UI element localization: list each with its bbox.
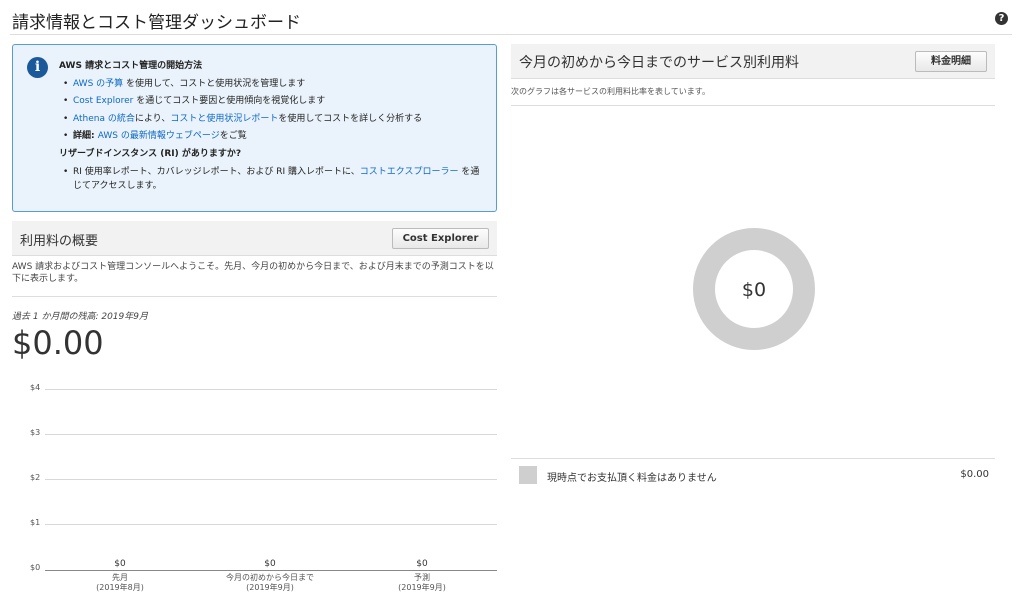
x-tick-line: 予測 <box>414 573 430 582</box>
gridline <box>45 389 497 390</box>
x-tick-line: 今月の初めから今日まで <box>226 573 314 582</box>
service-panel-header: 今月の初めから今日までのサービス別利用料 料金明細 <box>511 44 995 79</box>
info-list: AWS の予算 を使用して、コストと使用状況を管理します Cost Explor… <box>59 76 484 146</box>
x-tick-line: 先月 <box>112 573 128 582</box>
list-item-text: を使用して、コストと使用状況を管理します <box>123 78 306 89</box>
x-tick-line: (2019年8月) <box>96 583 144 592</box>
legend-text: 現時点でお支払頂く料金はありません <box>547 473 717 484</box>
list-item: RI 使用率レポート、カバレッジレポート、および RI 購入レポートに、コストエ… <box>63 163 484 193</box>
gridline <box>45 524 497 525</box>
details-prefix: 詳細: <box>73 131 98 141</box>
help-icon[interactable]: ? <box>995 12 1008 25</box>
x-tick-label: 予測 (2019年9月) <box>352 573 492 593</box>
athena-link[interactable]: Athena の統合 <box>73 114 135 124</box>
x-tick-label: 先月 (2019年8月) <box>50 573 190 593</box>
ri-heading: リザーブドインスタンス (RI) がありますか? <box>59 148 242 159</box>
list-item-text: を使用してコストを詳しく分析する <box>278 113 423 124</box>
legend-divider <box>511 458 995 459</box>
gridline <box>45 479 497 480</box>
balance-amount: $0.00 <box>12 324 104 362</box>
bill-details-button[interactable]: 料金明細 <box>915 51 987 72</box>
info-icon: i <box>27 57 48 78</box>
y-tick: $0 <box>30 563 41 572</box>
bar-value-label: $0 <box>416 559 428 569</box>
list-item-text: RI 使用率レポート、カバレッジレポート、および RI 購入レポートに、 <box>73 167 360 177</box>
whats-new-link[interactable]: AWS の最新情報ウェブページ <box>98 131 220 141</box>
list-item: AWS の予算 を使用して、コストと使用状況を管理します <box>63 76 484 94</box>
list-item-text: を通じてコスト要因と使用傾向を視覚化します <box>133 96 326 106</box>
page-title: 請求情報とコスト管理ダッシュボード <box>12 13 301 33</box>
cost-usage-report-link[interactable]: コストと使用状況レポート <box>170 114 278 124</box>
x-tick-line: (2019年9月) <box>398 583 446 592</box>
cost-explorer-button[interactable]: Cost Explorer <box>392 228 489 249</box>
legend-value: $0.00 <box>960 469 989 480</box>
x-tick-line: (2019年9月) <box>246 583 294 592</box>
budgets-link[interactable]: AWS の予算 <box>73 79 123 89</box>
y-tick: $1 <box>30 518 41 527</box>
ri-list: RI 使用率レポート、カバレッジレポート、および RI 購入レポートに、コストエ… <box>59 163 484 193</box>
overview-divider <box>12 296 497 297</box>
list-item: Athena の統合により、コストと使用状況レポートを使用してコストを詳しく分析… <box>63 111 484 129</box>
legend-swatch <box>519 466 537 484</box>
bar-value-label: $0 <box>264 559 276 569</box>
list-item-text: により、 <box>134 113 171 124</box>
gridline <box>45 434 497 435</box>
info-heading: AWS 請求とコスト管理の開始方法 <box>59 61 203 71</box>
balance-label: 過去 1 か月間の残高: 2019年9月 <box>12 312 148 322</box>
service-description: 次のグラフは各サービスの利用料比率を表しています。 <box>511 87 710 96</box>
y-tick: $4 <box>30 383 41 392</box>
overview-description: AWS 請求およびコスト管理コンソールへようこそ。先月、今月の初めから今日まで、… <box>12 262 494 284</box>
bar-value-label: $0 <box>114 559 126 569</box>
list-item: Cost Explorer を通じてコスト要因と使用傾向を視覚化します <box>63 93 484 111</box>
service-divider <box>511 105 995 106</box>
getting-started-info-box: i AWS 請求とコスト管理の開始方法 AWS の予算 を使用して、コストと使用… <box>12 44 497 212</box>
cost-explorer-jp-link[interactable]: コストエクスプローラー <box>360 167 459 177</box>
x-tick-label: 今月の初めから今日まで (2019年9月) <box>200 573 340 593</box>
donut-center-label: $0 <box>741 279 767 301</box>
y-tick: $2 <box>30 473 41 482</box>
cost-explorer-link[interactable]: Cost Explorer <box>73 96 133 106</box>
list-item: 詳細: AWS の最新情報ウェブページをご覧 <box>63 128 484 146</box>
overview-title: 利用料の概要 <box>20 234 99 249</box>
y-tick: $3 <box>30 428 41 437</box>
x-axis <box>45 570 497 571</box>
title-divider <box>10 34 1012 35</box>
info-content: AWS 請求とコスト管理の開始方法 AWS の予算 を使用して、コストと使用状況… <box>59 58 484 193</box>
list-item-text: をご覧 <box>219 131 247 141</box>
overview-panel-header: 利用料の概要 Cost Explorer <box>12 221 497 256</box>
service-panel-title: 今月の初めから今日までのサービス別利用料 <box>519 55 799 71</box>
